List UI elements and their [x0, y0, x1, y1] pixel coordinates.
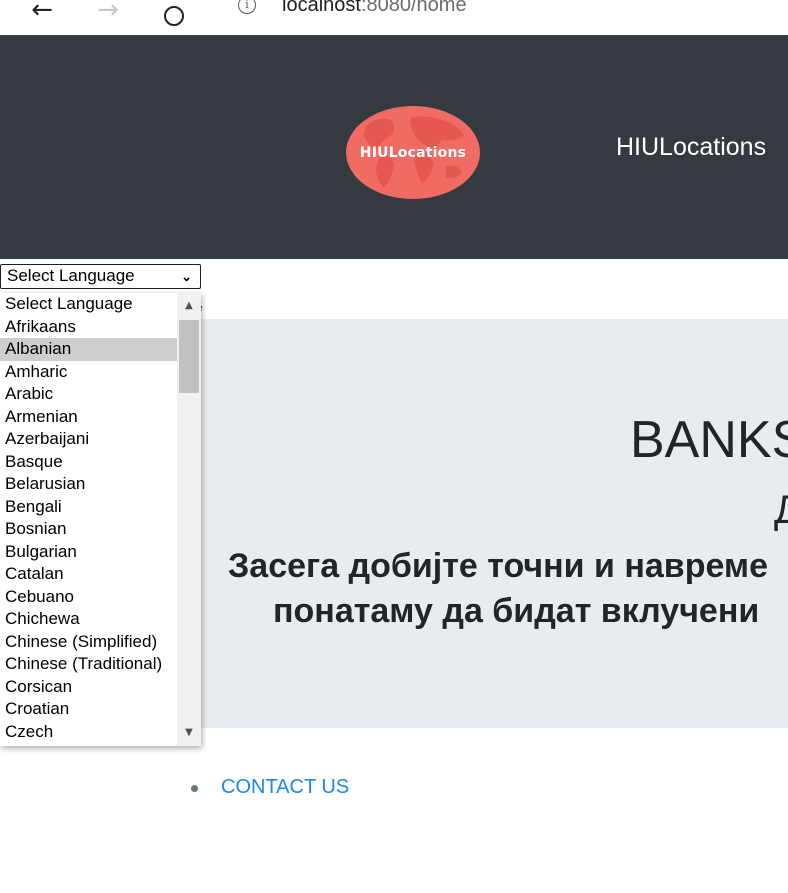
language-option[interactable]: Catalan	[0, 563, 177, 586]
list-bullet	[191, 785, 198, 792]
scroll-up-icon[interactable]: ▲	[177, 297, 201, 315]
language-dropdown-list[interactable]: Select Language Afrikaans Albanian Amharic A…	[0, 293, 201, 746]
forward-button[interactable]: →	[90, 0, 126, 28]
language-option[interactable]: Afrikaans	[0, 316, 177, 339]
scroll-down-icon[interactable]: ▼	[177, 724, 201, 742]
language-option[interactable]: Belarusian	[0, 473, 177, 496]
logo-text: HIULocations	[359, 144, 467, 161]
language-option[interactable]: Czech	[0, 721, 177, 744]
language-option[interactable]: Cebuano	[0, 586, 177, 609]
language-option[interactable]: Azerbaijani	[0, 428, 177, 451]
forward-arrow-icon: →	[97, 0, 119, 25]
language-option[interactable]: Select Language	[0, 293, 177, 316]
contact-us-link[interactable]: CONTACT US	[221, 776, 349, 799]
scrollbar-thumb[interactable]	[179, 320, 199, 393]
hero-text-line-2: понатаму да бидат вклучени	[273, 592, 760, 630]
language-option[interactable]: Bosnian	[0, 518, 177, 541]
hero-subtitle: Д	[774, 488, 788, 532]
url-host: localhost	[282, 0, 361, 16]
reload-button[interactable]	[156, 0, 192, 28]
language-option[interactable]: Corsican	[0, 676, 177, 699]
language-select-value: Select Language	[7, 266, 135, 285]
chevron-down-icon: ⌄	[181, 269, 192, 284]
language-option[interactable]: Amharic	[0, 361, 177, 384]
reload-icon	[164, 6, 184, 26]
language-option[interactable]: Bulgarian	[0, 541, 177, 564]
language-option[interactable]: Croatian	[0, 698, 177, 721]
browser-toolbar: ← → i localhost:8080/home	[0, 0, 788, 35]
site-logo[interactable]: HIULocations	[346, 106, 480, 199]
language-option[interactable]: Albanian	[0, 338, 177, 361]
back-button[interactable]: ←	[24, 0, 60, 28]
language-option[interactable]: Armenian	[0, 406, 177, 429]
url-text[interactable]: localhost:8080/home	[282, 0, 467, 17]
brand-name[interactable]: HIULocations	[616, 133, 766, 162]
language-options: Select Language Afrikaans Albanian Amharic A…	[0, 293, 177, 743]
language-option[interactable]: Chichewa	[0, 608, 177, 631]
language-option[interactable]: Bengali	[0, 496, 177, 519]
language-option[interactable]: Chinese (Simplified)	[0, 631, 177, 654]
hero-title: BANKS	[630, 411, 788, 469]
language-option[interactable]: Basque	[0, 451, 177, 474]
language-option[interactable]: Chinese (Traditional)	[0, 653, 177, 676]
language-select[interactable]: Select Language ⌄	[0, 264, 201, 289]
hero-jumbotron	[200, 319, 788, 728]
hero-text-line-1: Засега добијте точни и навреме	[228, 547, 768, 585]
dropdown-scrollbar[interactable]: ▲ ▼	[177, 293, 201, 746]
url-path: :8080/home	[360, 0, 467, 16]
language-option[interactable]: Arabic	[0, 383, 177, 406]
back-arrow-icon: ←	[31, 0, 53, 25]
